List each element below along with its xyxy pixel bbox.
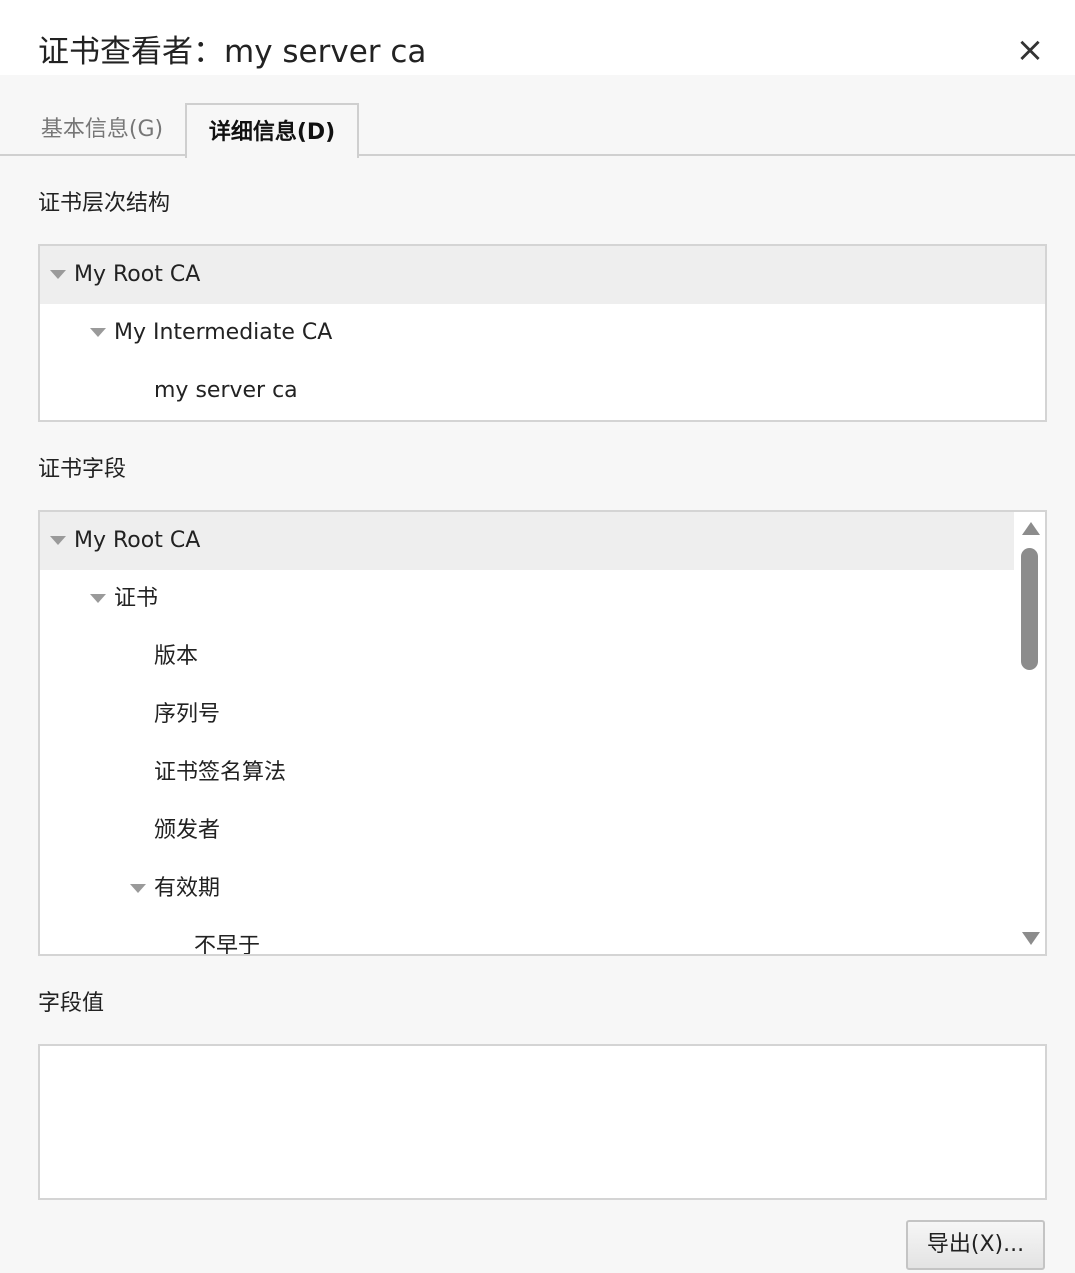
hierarchy-label: 证书层次结构 (38, 191, 171, 216)
fields-label: 证书字段 (38, 457, 127, 482)
expand-triangle-icon[interactable] (130, 884, 146, 893)
certificate-hierarchy-tree[interactable]: my server ca My Intermediate CA My Root CA (38, 244, 1047, 422)
tree-row-label: 有效期 (154, 876, 221, 901)
tree-row-label: 颁发者 (154, 818, 221, 843)
tree-row[interactable]: My Root CA (40, 512, 1014, 570)
tab-basic-info[interactable]: 基本信息(G) (24, 105, 180, 155)
tree-row-label: 证书 (114, 586, 159, 611)
tree-row-label: 序列号 (154, 702, 221, 727)
tree-row[interactable]: 序列号 (40, 686, 1014, 744)
close-icon[interactable]: × (1012, 33, 1048, 69)
tree-row[interactable]: 版本 (40, 628, 1014, 686)
tree-row-label: My Root CA (74, 528, 201, 553)
tree-row-label: My Root CA (74, 262, 201, 287)
fields-scrollbar[interactable] (1014, 512, 1045, 954)
expand-triangle-icon[interactable] (50, 536, 66, 545)
tree-row-label: 证书签名算法 (154, 760, 287, 785)
export-button[interactable]: 导出(X)... (906, 1220, 1045, 1270)
tree-row[interactable]: 证书 (40, 570, 1014, 628)
tree-row-label: My Intermediate CA (114, 320, 333, 345)
tree-row[interactable]: 不早于 (40, 918, 1014, 956)
expand-triangle-icon[interactable] (90, 594, 106, 603)
tree-row[interactable]: my server ca (40, 362, 1045, 420)
tree-row-label: 不早于 (194, 934, 261, 956)
scroll-up-arrow-icon[interactable] (1022, 522, 1040, 535)
tab-details[interactable]: 详细信息(D) (185, 103, 359, 158)
field-value-label: 字段值 (38, 991, 105, 1016)
scroll-thumb[interactable] (1021, 548, 1038, 670)
scroll-down-arrow-icon[interactable] (1022, 932, 1040, 945)
tree-row[interactable]: My Root CA (40, 246, 1045, 304)
tree-row[interactable]: 证书签名算法 (40, 744, 1014, 802)
tree-row-label: 版本 (154, 644, 199, 669)
dialog-title: 证书查看者：my server ca (38, 34, 427, 70)
tree-row[interactable]: 颁发者 (40, 802, 1014, 860)
certificate-fields-tree[interactable]: 不早于 有效期 颁发者 证书签名算法 序列号 版本 证书 My Root CA (38, 510, 1047, 956)
tree-row[interactable]: My Intermediate CA (40, 304, 1045, 362)
tree-row[interactable]: 有效期 (40, 860, 1014, 918)
tree-row-label: my server ca (154, 378, 298, 403)
expand-triangle-icon[interactable] (90, 328, 106, 337)
field-value-textarea[interactable] (38, 1044, 1047, 1200)
expand-triangle-icon[interactable] (50, 270, 66, 279)
